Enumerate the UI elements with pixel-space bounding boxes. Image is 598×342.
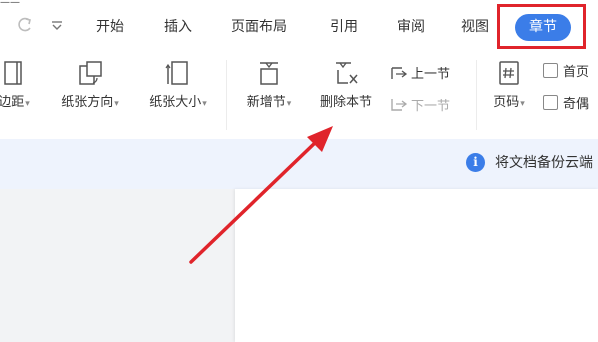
document-page[interactable] [235,189,598,342]
prev-section-icon [390,65,408,81]
backup-notification-text[interactable]: 将文档备份云端 [495,153,593,173]
tab-insert[interactable]: 插入 [164,17,192,37]
odd-even-label: 奇偶 [563,97,590,112]
ribbon-tab-bar: —— 开始 插入 页面布局 引用 审阅 视图 章节 [0,0,598,58]
orientation-label: 纸张方向 [61,95,114,110]
tab-home[interactable]: 开始 [96,17,124,37]
top-cut-text: —— [0,0,20,7]
first-page-checkbox[interactable]: 首页 [543,63,589,82]
delete-section-label: 删除本节 [319,95,372,110]
paper-size-button[interactable]: 纸张大小▾ [140,58,216,113]
margins-label: 边距 [0,95,25,110]
info-icon: i [466,153,485,172]
document-workspace [0,189,598,342]
quick-access-dropdown-icon[interactable] [50,16,64,39]
chapter-ribbon: 边距▾ 纸张方向▾ 纸张大小▾ 新增节▾ 删除本节 上一节 下一节 页码▾ 首页… [0,52,598,132]
tab-references[interactable]: 引用 [330,17,358,37]
wps-writer-window: —— 开始 插入 页面布局 引用 审阅 视图 章节 边距▾ 纸张方向▾ 纸张大小… [0,0,598,342]
paper-size-icon [163,58,193,88]
page-number-icon [494,58,524,88]
page-number-button[interactable]: 页码▾ [484,58,534,113]
tab-chapter[interactable]: 章节 [515,14,571,41]
new-section-button[interactable]: 新增节▾ [238,58,300,113]
page-orientation-icon [75,58,105,88]
new-section-label: 新增节 [246,95,286,110]
prev-section-label: 上一节 [411,67,451,82]
tab-review[interactable]: 审阅 [397,17,425,37]
delete-section-icon [331,58,361,88]
backup-notification-bar: i 将文档备份云端 [0,139,598,189]
ribbon-separator [226,60,227,130]
paper-size-label: 纸张大小 [149,95,202,110]
new-section-icon [254,58,284,88]
margins-icon [0,58,29,88]
odd-even-checkbox-box[interactable] [543,95,558,110]
next-section-button[interactable]: 下一节 [390,97,450,116]
tab-view[interactable]: 视图 [461,17,489,37]
navigation-pane [6,189,235,334]
tab-page-layout[interactable]: 页面布局 [231,17,287,37]
redo-icon[interactable] [16,16,34,39]
prev-section-button[interactable]: 上一节 [390,65,450,84]
first-page-label: 首页 [563,65,590,80]
delete-section-button[interactable]: 删除本节 [312,58,380,112]
orientation-button[interactable]: 纸张方向▾ [52,58,128,113]
next-section-label: 下一节 [411,99,451,114]
next-section-icon [390,97,408,113]
margins-button[interactable]: 边距▾ [0,58,42,113]
first-page-checkbox-box[interactable] [543,63,558,78]
page-number-label: 页码 [493,95,520,110]
odd-even-checkbox[interactable]: 奇偶 [543,95,589,114]
ribbon-separator [476,60,477,130]
